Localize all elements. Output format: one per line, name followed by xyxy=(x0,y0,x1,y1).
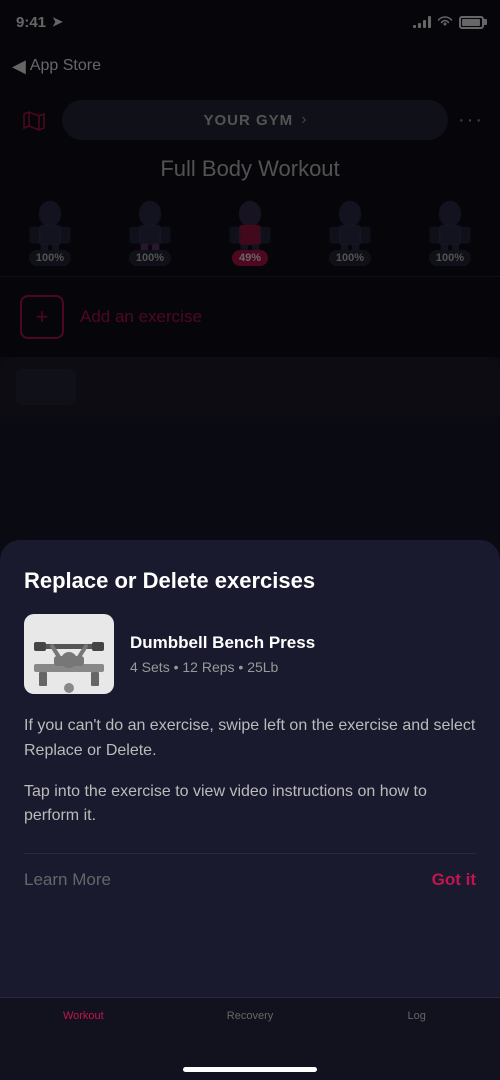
exercise-info: Dumbbell Bench Press 4 Sets • 12 Reps • … xyxy=(130,633,476,675)
modal-footer: Learn More Got it xyxy=(24,853,476,910)
exercise-name: Dumbbell Bench Press xyxy=(130,633,476,653)
modal-title: Replace or Delete exercises xyxy=(24,568,476,594)
exercise-thumbnail xyxy=(24,614,114,694)
tab-workout-label: Workout xyxy=(63,1010,104,1022)
exercise-meta: 4 Sets • 12 Reps • 25Lb xyxy=(130,659,476,675)
tab-log[interactable]: Log xyxy=(333,1008,500,1022)
tab-bar: Workout Recovery Log xyxy=(0,997,500,1080)
got-it-button[interactable]: Got it xyxy=(432,870,476,890)
home-indicator xyxy=(183,1067,317,1072)
tab-workout[interactable]: Workout xyxy=(0,1008,167,1022)
instruction-1: If you can't do an exercise, swipe left … xyxy=(24,714,476,764)
tab-log-label: Log xyxy=(408,1010,426,1022)
instruction-2: Tap into the exercise to view video inst… xyxy=(24,780,476,830)
learn-more-button[interactable]: Learn More xyxy=(24,870,111,890)
tab-recovery-label: Recovery xyxy=(227,1010,273,1022)
exercise-item[interactable]: Dumbbell Bench Press 4 Sets • 12 Reps • … xyxy=(24,614,476,694)
instructions-block: If you can't do an exercise, swipe left … xyxy=(24,714,476,829)
tab-recovery[interactable]: Recovery xyxy=(167,1008,334,1022)
